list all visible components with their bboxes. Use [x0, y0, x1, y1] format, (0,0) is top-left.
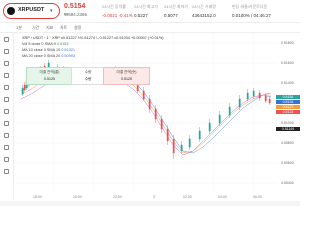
lock-icon[interactable]: [4, 145, 9, 150]
eye-icon[interactable]: [4, 157, 9, 162]
stat-change: 24시간 등락률 -0.0021 -0.41%: [102, 4, 133, 18]
trendline-icon[interactable]: [4, 49, 9, 54]
toolbar-item[interactable]: 차트: [60, 25, 67, 31]
y-tick: 0.51000: [281, 121, 294, 125]
stat-volume: 24시간 거래량 43643152.0: [192, 4, 216, 18]
chart-toolbar: 1분 시간 지표 차트 설정: [0, 23, 300, 33]
price-label: 0.5127: [276, 105, 300, 109]
x-tick: 3: [153, 195, 155, 199]
chart-legend: XRP / USDT · 1 · XRP o0.51227 ㅂ0.51274 ㄴ…: [22, 35, 163, 59]
brush-icon[interactable]: [4, 73, 9, 78]
drawing-toolbar: [0, 33, 14, 199]
y-tick: 0.51800: [281, 41, 294, 45]
pattern-icon[interactable]: [4, 97, 9, 102]
x-tick: 04:00: [218, 195, 227, 199]
magnet-icon[interactable]: [4, 133, 9, 138]
stat-high: 24시간 최고가 0.5227: [134, 4, 158, 18]
toolbar-item[interactable]: 설정: [74, 25, 81, 31]
xrp-coin-icon: [7, 7, 15, 15]
stat-low: 24시간 최저가 0.5077: [164, 4, 188, 18]
legend-indicator[interactable]: MA 20 close 0 SMA 20 0.50993: [22, 53, 163, 59]
x-tick: 20:00: [73, 195, 82, 199]
chevron-down-icon: ▾: [50, 8, 53, 14]
measure-icon[interactable]: [4, 109, 9, 114]
crosshair-price: 0.51149: [276, 127, 300, 131]
zoom-icon[interactable]: [4, 121, 9, 126]
toolbar-item[interactable]: 지표: [46, 25, 53, 31]
price-label: 0.5154: [276, 95, 300, 99]
interval-button[interactable]: 1분: [16, 25, 22, 31]
quantity-tooltip: 수량 수량: [71, 67, 105, 85]
symbol-label: XRPUSDT: [18, 7, 45, 13]
short-tooltip: 미결 잔액(숏) 0.5125: [103, 67, 150, 85]
text-icon[interactable]: [4, 85, 9, 90]
y-tick: 0.50600: [281, 161, 294, 165]
top-header: XRPUSDT ▾ 0.5154 ₩694.2366 24시간 등락률 -0.0…: [0, 0, 300, 23]
y-tick: 0.50800: [281, 141, 294, 145]
y-tick: 0.51600: [281, 61, 294, 65]
y-tick: 0.51400: [281, 81, 294, 85]
y-tick: 0.50400: [281, 181, 294, 185]
price-usd: ₩694.2366: [64, 12, 88, 17]
crosshair-icon[interactable]: [4, 37, 9, 42]
bottom-strip: [0, 201, 300, 206]
toolbar-item[interactable]: 시간: [32, 25, 39, 31]
x-tick: 06:00: [253, 195, 262, 199]
x-tick: 02:00: [183, 195, 192, 199]
x-tick: 22:00: [113, 195, 122, 199]
price-label: 0.5134: [276, 100, 300, 104]
long-tooltip: 미결 잔액(롱) 0.5125: [26, 67, 73, 85]
trash-icon[interactable]: [4, 169, 9, 174]
last-price: 0.5154: [64, 3, 86, 10]
price-label: 0.5123: [276, 110, 300, 114]
x-tick: 18:00: [33, 195, 42, 199]
symbol-selector[interactable]: XRPUSDT ▾: [3, 3, 60, 19]
fib-icon[interactable]: [4, 61, 9, 66]
stat-funding: 펀딩 비율/카운트다운 0.0100% / 04:46:27: [232, 4, 272, 18]
